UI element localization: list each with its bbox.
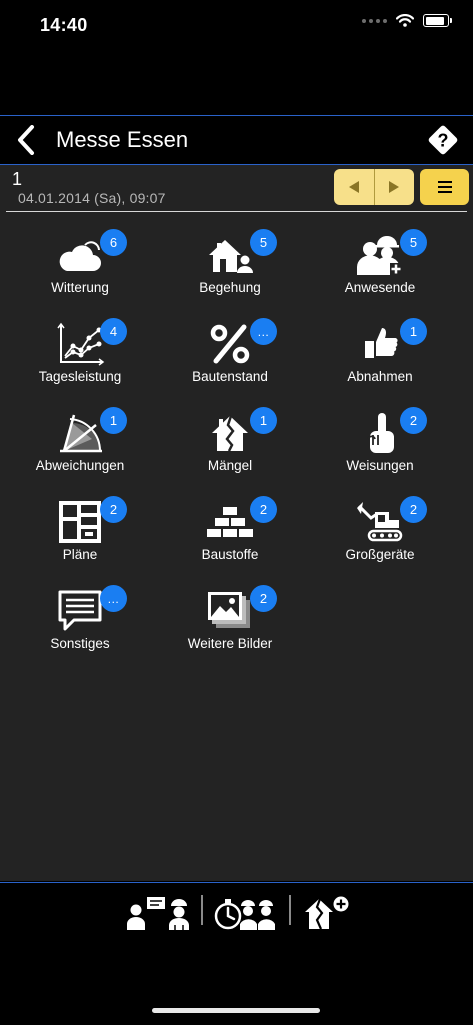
navigation-bar: Messe Essen ? bbox=[0, 115, 473, 165]
add-defect-icon bbox=[305, 896, 349, 930]
line-chart-icon bbox=[54, 322, 106, 366]
tile-bautenstand[interactable]: ... Bautenstand bbox=[155, 316, 305, 400]
tile-label: Weisungen bbox=[346, 458, 414, 473]
status-time: 14:40 bbox=[40, 15, 88, 35]
tile-plaene[interactable]: 2 Pläne bbox=[5, 494, 155, 578]
tile-label: Sonstiges bbox=[50, 636, 110, 651]
tile-label: Pläne bbox=[62, 547, 98, 562]
tile-grossgeraete[interactable]: 2 Großgeräte bbox=[305, 494, 455, 578]
triangle-right-icon bbox=[389, 181, 400, 193]
tile-label: Abweichungen bbox=[35, 458, 125, 473]
status-bar: 14:40 bbox=[0, 0, 473, 50]
svg-text:?: ? bbox=[438, 131, 449, 151]
badge-count: 2 bbox=[250, 496, 277, 523]
badge-count: 6 bbox=[100, 229, 127, 256]
battery-icon bbox=[423, 14, 452, 27]
status-icons bbox=[362, 14, 452, 27]
percent-icon bbox=[204, 322, 256, 366]
badge-count: 2 bbox=[100, 496, 127, 523]
pager-group bbox=[334, 169, 414, 205]
toolbar-separator bbox=[201, 895, 203, 925]
record-number: 1 bbox=[12, 169, 23, 189]
home-indicator bbox=[152, 1008, 320, 1013]
badge-count: ... bbox=[100, 585, 127, 612]
time-tracking-button[interactable] bbox=[212, 893, 278, 933]
help-button[interactable]: ? bbox=[427, 124, 459, 156]
toolbar-separator bbox=[289, 895, 291, 925]
tile-label: Weitere Bilder bbox=[187, 636, 273, 651]
badge-count: 2 bbox=[250, 585, 277, 612]
badge-count: 5 bbox=[250, 229, 277, 256]
main-content: 1 04.01.2014 (Sa), 09:07 6 Witterung 5 B… bbox=[0, 165, 473, 881]
meeting-button[interactable] bbox=[126, 893, 190, 933]
protractor-icon bbox=[54, 411, 106, 455]
previous-button[interactable] bbox=[334, 169, 374, 205]
header-divider bbox=[6, 211, 467, 212]
excavator-icon bbox=[354, 500, 406, 544]
tile-label: Begehung bbox=[199, 280, 261, 295]
tile-abnahmen[interactable]: 1 Abnahmen bbox=[305, 316, 455, 400]
badge-count: ... bbox=[250, 318, 277, 345]
chevron-left-icon bbox=[18, 125, 34, 155]
bottom-toolbar bbox=[0, 882, 473, 1025]
tile-sonstiges[interactable]: ... Sonstiges bbox=[5, 583, 155, 667]
bricks-icon bbox=[204, 500, 256, 544]
tile-witterung[interactable]: 6 Witterung bbox=[5, 227, 155, 311]
house-person-icon bbox=[204, 233, 256, 277]
tile-weisungen[interactable]: 2 Weisungen bbox=[305, 405, 455, 489]
record-datetime: 04.01.2014 (Sa), 09:07 bbox=[18, 190, 166, 206]
floor-plan-icon bbox=[54, 500, 106, 544]
tile-tagesleistung[interactable]: 4 Tagesleistung bbox=[5, 316, 155, 400]
triangle-left-icon bbox=[348, 181, 359, 193]
badge-count: 1 bbox=[400, 318, 427, 345]
add-defect-button[interactable] bbox=[300, 893, 352, 933]
menu-button[interactable] bbox=[420, 169, 469, 205]
badge-count: 2 bbox=[400, 496, 427, 523]
tile-label: Großgeräte bbox=[345, 547, 415, 562]
workers-icon bbox=[354, 233, 406, 277]
tile-begehung[interactable]: 5 Begehung bbox=[155, 227, 305, 311]
badge-count: 4 bbox=[100, 318, 127, 345]
tile-label: Bautenstand bbox=[192, 369, 268, 384]
wifi-icon bbox=[396, 14, 414, 27]
pointing-hand-icon bbox=[354, 411, 406, 455]
stopwatch-workers-icon bbox=[214, 899, 275, 930]
photos-icon bbox=[204, 589, 256, 633]
meeting-workers-icon bbox=[127, 897, 189, 930]
badge-count: 1 bbox=[100, 407, 127, 434]
hamburger-icon bbox=[437, 181, 452, 193]
tile-baustoffe[interactable]: 2 Baustoffe bbox=[155, 494, 305, 578]
cellular-signal-icon bbox=[362, 18, 387, 23]
speech-bubble-icon bbox=[54, 589, 106, 633]
back-button[interactable] bbox=[10, 122, 42, 158]
help-icon: ? bbox=[428, 125, 458, 155]
weather-cloud-icon bbox=[54, 233, 106, 277]
tile-abweichungen[interactable]: 1 Abweichungen bbox=[5, 405, 155, 489]
badge-count: 5 bbox=[400, 229, 427, 256]
cracked-house-icon bbox=[204, 411, 256, 455]
page-title: Messe Essen bbox=[56, 127, 189, 152]
tile-label: Abnahmen bbox=[347, 369, 413, 384]
badge-count: 2 bbox=[400, 407, 427, 434]
badge-count: 1 bbox=[250, 407, 277, 434]
tile-label: Witterung bbox=[51, 280, 109, 295]
next-button[interactable] bbox=[373, 169, 415, 205]
tile-weitere-bilder[interactable]: 2 Weitere Bilder bbox=[155, 583, 305, 667]
thumbs-up-icon bbox=[354, 322, 406, 366]
tile-label: Anwesende bbox=[344, 280, 416, 295]
tile-label: Baustoffe bbox=[201, 547, 259, 562]
tile-anwesende[interactable]: 5 Anwesende bbox=[305, 227, 455, 311]
tile-label: Tagesleistung bbox=[38, 369, 122, 384]
tile-maengel[interactable]: 1 Mängel bbox=[155, 405, 305, 489]
tile-label: Mängel bbox=[207, 458, 253, 473]
